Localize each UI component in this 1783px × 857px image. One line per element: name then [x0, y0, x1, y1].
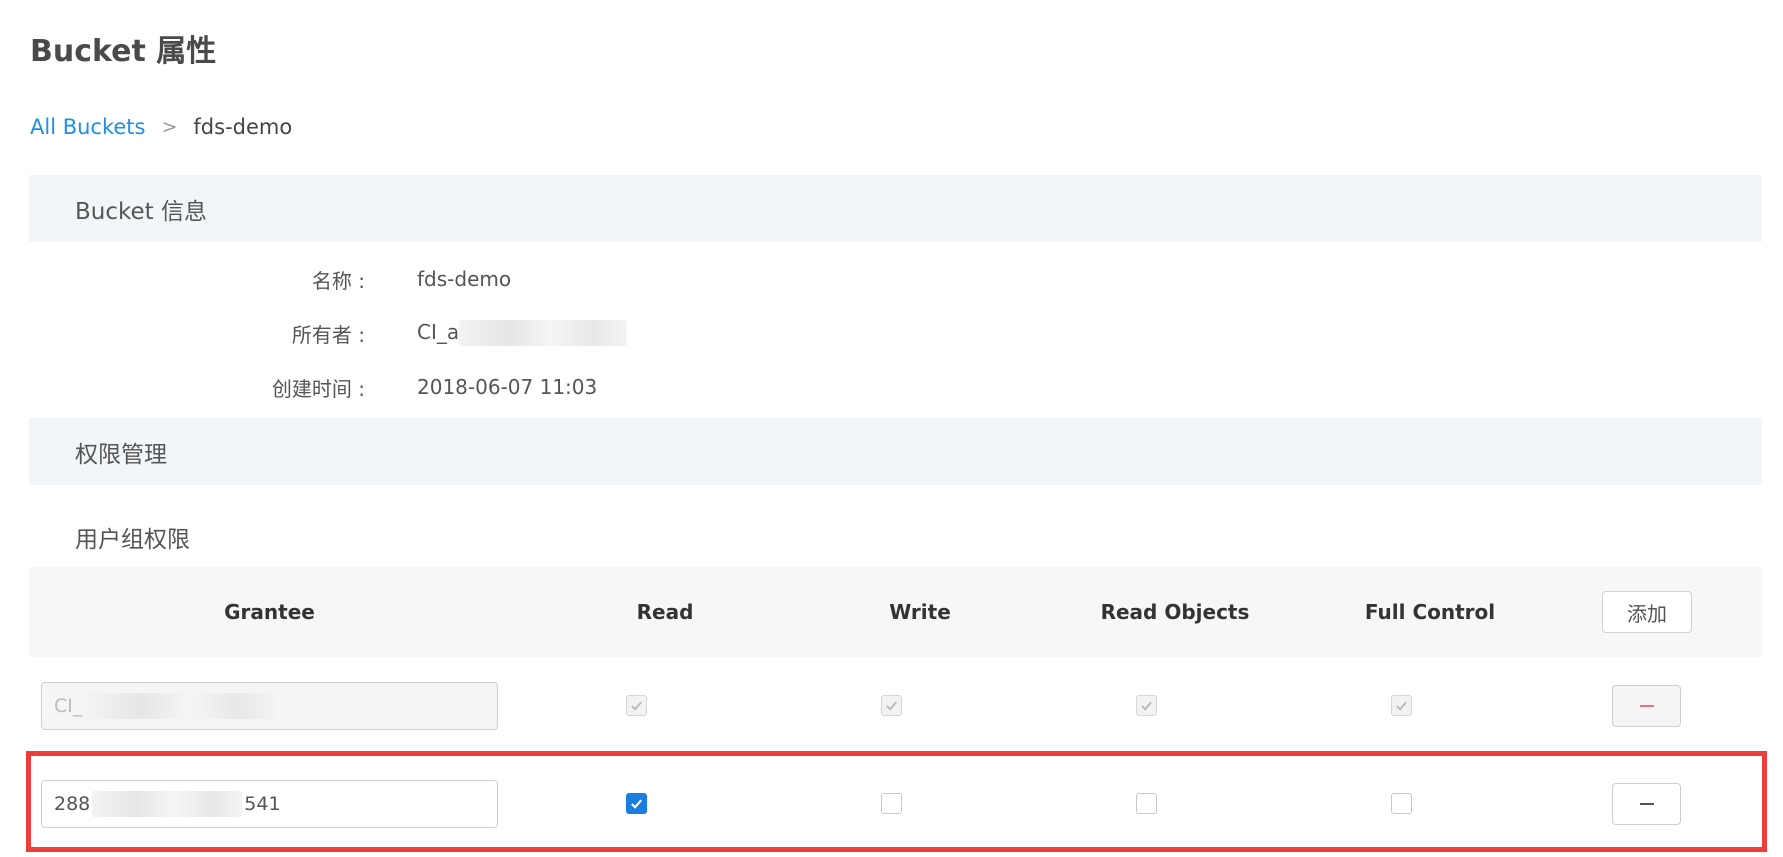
write-checkbox[interactable] [881, 793, 902, 814]
check-icon [631, 701, 642, 711]
remove-grantee-button[interactable] [1612, 685, 1681, 727]
info-value-created: 2018-06-07 11:03 [417, 375, 598, 399]
read-checkbox[interactable] [626, 695, 647, 716]
info-value-name: fds-demo [417, 267, 512, 291]
column-header-grantee: Grantee [224, 600, 315, 624]
column-header-read: Read [636, 600, 694, 624]
grantee-redacted-block [86, 693, 277, 719]
grantee-text-suffix: 541 [244, 793, 281, 815]
column-header-read-objects: Read Objects [1100, 600, 1250, 624]
owner-text: CI_a [417, 319, 460, 344]
minus-icon [1639, 803, 1654, 805]
column-header-write: Write [889, 600, 951, 624]
read-objects-checkbox[interactable] [1136, 793, 1157, 814]
full-control-checkbox[interactable] [1391, 695, 1412, 716]
info-label-created: 创建时间 : [271, 376, 365, 401]
grantee-input[interactable]: 288 541 [41, 780, 498, 828]
check-icon [886, 701, 897, 711]
breadcrumb-all-buckets-link[interactable]: All Buckets [30, 115, 145, 139]
read-checkbox[interactable] [626, 793, 647, 814]
full-control-checkbox[interactable] [1391, 793, 1412, 814]
grantee-redacted-block [92, 791, 243, 817]
column-header-full-control: Full Control [1364, 600, 1496, 624]
permission-table-header: Grantee Read Write Read Objects Full Con… [29, 567, 1762, 657]
info-row-name: 名称 : fds-demo [29, 259, 1029, 299]
permission-header: 权限管理 [29, 418, 1762, 485]
info-row-owner: 所有者 : CI_a [29, 313, 1029, 353]
info-label-name: 名称 : [311, 268, 365, 293]
owner-redacted-block [459, 320, 628, 347]
read-objects-checkbox[interactable] [1136, 695, 1157, 716]
bucket-info-header-label: Bucket 信息 [75, 198, 207, 225]
permission-header-label: 权限管理 [75, 441, 167, 468]
info-label-owner: 所有者 : [291, 322, 365, 347]
table-row: CI_ [29, 657, 1762, 755]
breadcrumb-current: fds-demo [193, 115, 293, 139]
add-grantee-button[interactable]: 添加 [1602, 591, 1692, 633]
check-icon [1141, 701, 1152, 711]
group-permission-title: 用户组权限 [75, 527, 190, 553]
info-row-created: 创建时间 : 2018-06-07 11:03 [29, 367, 1029, 407]
breadcrumb-separator: > [161, 116, 178, 138]
page-title: Bucket 属性 [30, 34, 217, 69]
bucket-info-header: Bucket 信息 [29, 175, 1762, 242]
write-checkbox[interactable] [881, 695, 902, 716]
remove-grantee-button[interactable] [1612, 783, 1681, 825]
grantee-text-prefix: 288 [54, 793, 91, 815]
info-value-owner: CI_a [417, 319, 628, 347]
check-icon [631, 799, 642, 809]
grantee-text: CI_ [54, 695, 83, 717]
check-icon [1396, 701, 1407, 711]
breadcrumb: All Buckets > fds-demo [30, 115, 292, 139]
minus-icon [1639, 705, 1654, 707]
table-row: 288 541 [29, 755, 1762, 853]
grantee-input[interactable]: CI_ [41, 682, 498, 730]
